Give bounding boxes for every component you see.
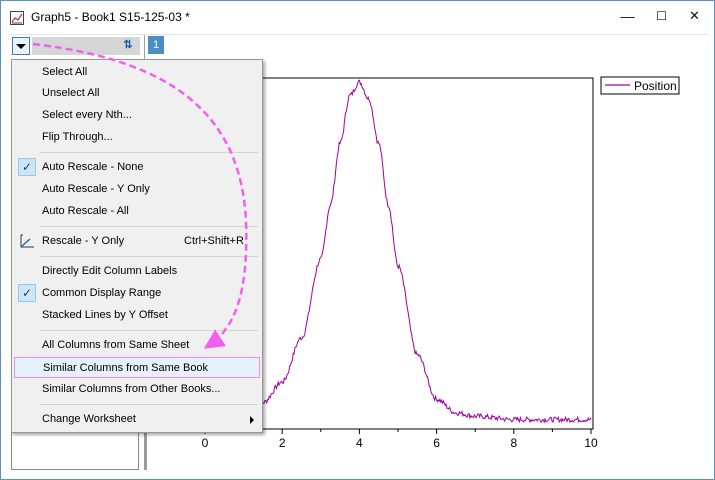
menu-item-stacked-lines-by-y-offset[interactable]: Stacked Lines by Y Offset (14, 305, 260, 326)
title-bar: Graph5 - Book1 S15-125-03 * — ☐ ✕ (1, 1, 714, 34)
panel-menu-dropdown-button[interactable] (12, 37, 30, 55)
menu-item-auto-rescale-all[interactable]: Auto Rescale - All (14, 201, 260, 222)
menu-separator (40, 226, 258, 227)
menu-item-directly-edit-column-labels[interactable]: Directly Edit Column Labels (14, 261, 260, 282)
maximize-button[interactable]: ☐ (645, 1, 678, 31)
x-tick-label: 10 (584, 436, 598, 450)
menu-item-flip-through[interactable]: Flip Through... (14, 127, 260, 148)
menu-item-similar-columns-same-book[interactable]: Similar Columns from Same Book (14, 357, 260, 378)
rescale-icon (20, 234, 34, 248)
x-tick-label: 6 (433, 436, 440, 450)
menu-item-select-every-nth[interactable]: Select every Nth... (14, 105, 260, 126)
graph-app-icon (10, 11, 24, 25)
sort-icon[interactable]: ⇅ (120, 37, 136, 53)
menu-item-rescale-y-only[interactable]: Rescale - Y Only Ctrl+Shift+R (14, 231, 260, 252)
chevron-right-icon (250, 416, 254, 424)
close-button[interactable]: ✕ (678, 1, 711, 31)
menu-item-unselect-all[interactable]: Unselect All (14, 83, 260, 104)
x-tick-label: 8 (510, 436, 517, 450)
menu-item-auto-rescale-none[interactable]: ✓ Auto Rescale - None (14, 157, 260, 178)
window-title: Graph5 - Book1 S15-125-03 * (31, 10, 190, 24)
minimize-button[interactable]: — (611, 1, 644, 31)
graph-window: Graph5 - Book1 S15-125-03 * — ☐ ✕ ⇅ 1 02… (0, 0, 715, 480)
menu-separator (40, 152, 258, 153)
panel-list-box (11, 431, 139, 470)
x-tick-label: 4 (356, 436, 363, 450)
checkmark-icon: ✓ (18, 158, 36, 176)
menu-separator (40, 404, 258, 405)
menu-item-change-worksheet[interactable]: Change Worksheet (14, 409, 260, 430)
checkmark-icon: ✓ (18, 284, 36, 302)
menu-item-select-all[interactable]: Select All (14, 62, 260, 83)
menu-item-common-display-range[interactable]: ✓ Common Display Range (14, 283, 260, 304)
x-tick-label: 2 (279, 436, 286, 450)
chevron-down-icon (16, 44, 26, 49)
x-tick-label: 0 (202, 436, 209, 450)
legend-box[interactable]: Position (600, 76, 680, 95)
menu-item-auto-rescale-y-only[interactable]: Auto Rescale - Y Only (14, 179, 260, 200)
legend-label: Position (634, 79, 677, 93)
menu-item-similar-columns-other-books[interactable]: Similar Columns from Other Books... (14, 379, 260, 400)
menu-item-all-columns-same-sheet[interactable]: All Columns from Same Sheet (14, 335, 260, 356)
panel-context-menu: Select All Unselect All Select every Nth… (11, 59, 263, 433)
menu-shortcut: Ctrl+Shift+R (184, 235, 244, 247)
menu-separator (40, 256, 258, 257)
menu-separator (40, 330, 258, 331)
